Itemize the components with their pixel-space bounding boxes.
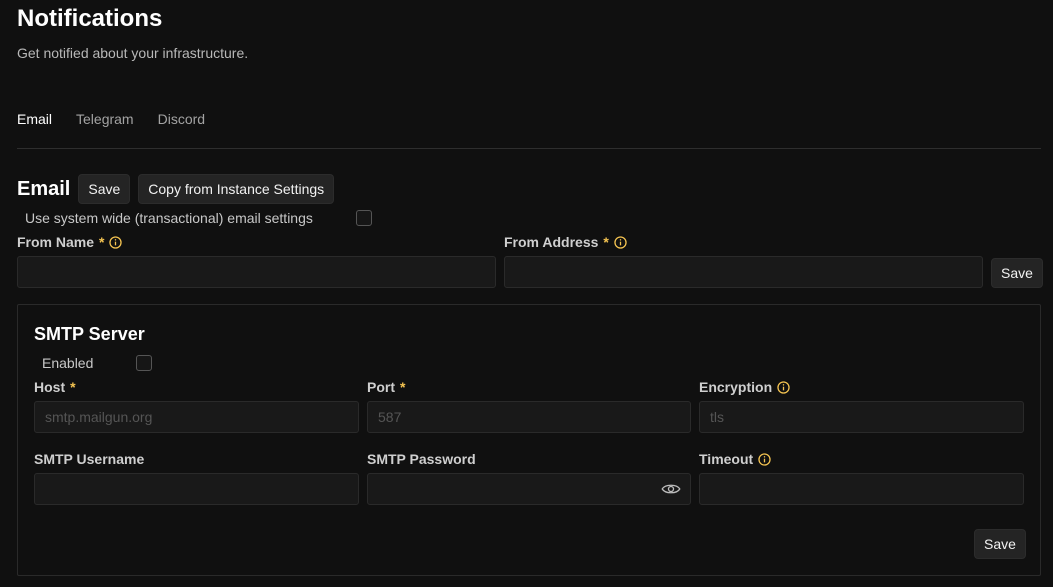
info-circle-icon[interactable] <box>777 380 790 394</box>
email-section-title: Email <box>17 177 71 200</box>
host-label-group: Host * <box>34 379 76 395</box>
port-label: Port <box>367 379 395 395</box>
eye-icon[interactable] <box>661 482 681 496</box>
info-circle-icon[interactable] <box>758 452 771 466</box>
port-label-group: Port * <box>367 379 405 395</box>
system-wide-email-checkbox[interactable] <box>355 210 372 226</box>
smtp-username-label: SMTP Username <box>34 451 145 467</box>
from-name-label: From Name <box>17 234 95 250</box>
required-indicator: * <box>400 379 406 395</box>
system-wide-email-setting: Use system wide (transactional) email se… <box>25 210 372 226</box>
smtp-username-input[interactable] <box>34 473 359 505</box>
timeout-label: Timeout <box>699 451 754 467</box>
from-name-input[interactable] <box>17 256 496 288</box>
smtp-enabled-label: Enabled <box>42 355 94 371</box>
required-indicator: * <box>70 379 76 395</box>
page-title: Notifications <box>17 5 163 32</box>
from-address-label: From Address <box>504 234 599 250</box>
encryption-label-group: Encryption <box>699 379 790 395</box>
host-label: Host <box>34 379 66 395</box>
timeout-input[interactable] <box>699 473 1024 505</box>
tab-email[interactable]: Email <box>17 111 52 127</box>
save-button[interactable]: Save <box>78 174 131 204</box>
smtp-server-title: SMTP Server <box>34 324 145 344</box>
tab-discord[interactable]: Discord <box>158 111 205 127</box>
notification-tabs: Email Telegram Discord <box>17 111 205 127</box>
copy-from-instance-settings-button[interactable]: Copy from Instance Settings <box>138 174 335 204</box>
tabs-divider <box>17 148 1041 149</box>
email-section-header: Email Save Copy from Instance Settings <box>17 174 335 204</box>
smtp-enabled-checkbox[interactable] <box>136 355 153 371</box>
smtp-password-label-group: SMTP Password <box>367 451 476 467</box>
required-indicator: * <box>99 234 105 250</box>
encryption-label: Encryption <box>699 379 773 395</box>
smtp-username-label-group: SMTP Username <box>34 451 144 467</box>
smtp-server-panel <box>17 304 1041 576</box>
required-indicator: * <box>603 234 609 250</box>
host-input[interactable] <box>34 401 359 433</box>
from-address-label-group: From Address * <box>504 234 627 250</box>
page-subtitle: Get notified about your infrastructure. <box>17 45 249 61</box>
save-from-address-button[interactable]: Save <box>991 258 1043 288</box>
timeout-label-group: Timeout <box>699 451 771 467</box>
from-name-label-group: From Name * <box>17 234 123 250</box>
notifications-page: Notifications Get notified about your in… <box>0 0 1053 587</box>
info-circle-icon[interactable] <box>109 235 123 249</box>
system-wide-email-label: Use system wide (transactional) email se… <box>25 210 313 226</box>
from-address-input[interactable] <box>504 256 983 288</box>
smtp-password-label: SMTP Password <box>367 451 476 467</box>
encryption-input[interactable] <box>699 401 1024 433</box>
tab-telegram[interactable]: Telegram <box>76 111 134 127</box>
smtp-password-input[interactable] <box>367 473 691 505</box>
save-smtp-button[interactable]: Save <box>974 529 1026 559</box>
info-circle-icon[interactable] <box>614 235 627 249</box>
smtp-enabled-setting: Enabled <box>42 355 153 371</box>
port-input[interactable] <box>367 401 691 433</box>
